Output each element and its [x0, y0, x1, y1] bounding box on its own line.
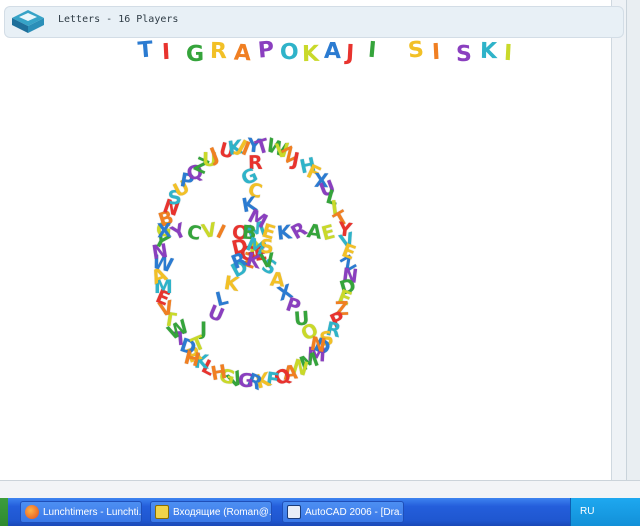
- taskbar-button-label: AutoCAD 2006 - [Dra...: [305, 506, 404, 518]
- taskbar: Lunchtimers - Lunchti... Входящие (Roman…: [0, 498, 640, 526]
- status-strip: [0, 480, 640, 499]
- letter-magnet[interactable]: U: [205, 301, 228, 327]
- taskbar-button-mail[interactable]: Входящие (Roman@...: [150, 501, 272, 523]
- letter-magnet[interactable]: E: [319, 221, 337, 246]
- autocad-icon: [287, 505, 301, 519]
- browser-window: Letters - 16 Players TIGRAPOKAJISISKI ZN…: [0, 0, 627, 480]
- taskbar-button-autocad[interactable]: AutoCAD 2006 - [Dra...: [282, 501, 404, 523]
- magnet-board[interactable]: ZNDEZPRSDMMNAQFKRGVGHLKRDTWTVEMAWNYGBNSU…: [0, 0, 640, 480]
- language-indicator[interactable]: RU: [580, 506, 594, 517]
- start-button[interactable]: [0, 498, 8, 526]
- mail-icon: [155, 505, 169, 519]
- letter-magnet[interactable]: V: [258, 249, 276, 273]
- taskbar-button-firefox[interactable]: Lunchtimers - Lunchti...: [20, 501, 142, 523]
- taskbar-button-label: Входящие (Roman@...: [173, 506, 272, 518]
- letter-magnet[interactable]: N: [308, 333, 327, 357]
- firefox-icon: [25, 505, 39, 519]
- taskbar-button-label: Lunchtimers - Lunchti...: [43, 506, 142, 518]
